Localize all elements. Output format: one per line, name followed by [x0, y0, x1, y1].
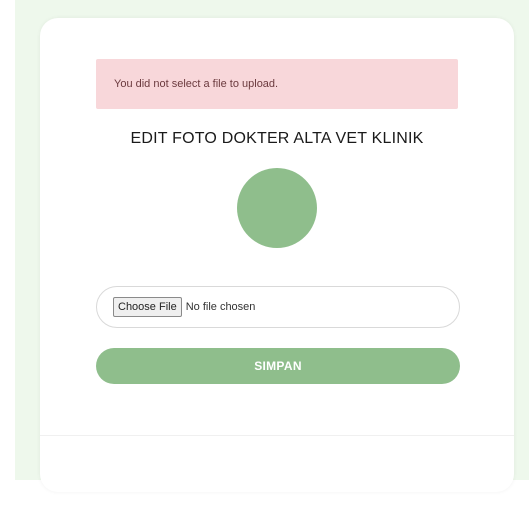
file-input[interactable]: Choose File No file chosen: [96, 286, 460, 328]
file-status-text: No file chosen: [185, 301, 256, 313]
choose-file-button[interactable]: Choose File: [113, 297, 182, 317]
error-alert-message: You did not select a file to upload.: [114, 78, 279, 90]
save-button[interactable]: SIMPAN: [96, 348, 460, 384]
card-divider: [40, 435, 514, 436]
error-alert: You did not select a file to upload.: [96, 59, 458, 109]
edit-photo-card: You did not select a file to upload. EDI…: [40, 18, 514, 492]
page-title: EDIT FOTO DOKTER ALTA VET KLINIK: [130, 130, 424, 147]
doctor-photo-avatar: [237, 168, 317, 248]
